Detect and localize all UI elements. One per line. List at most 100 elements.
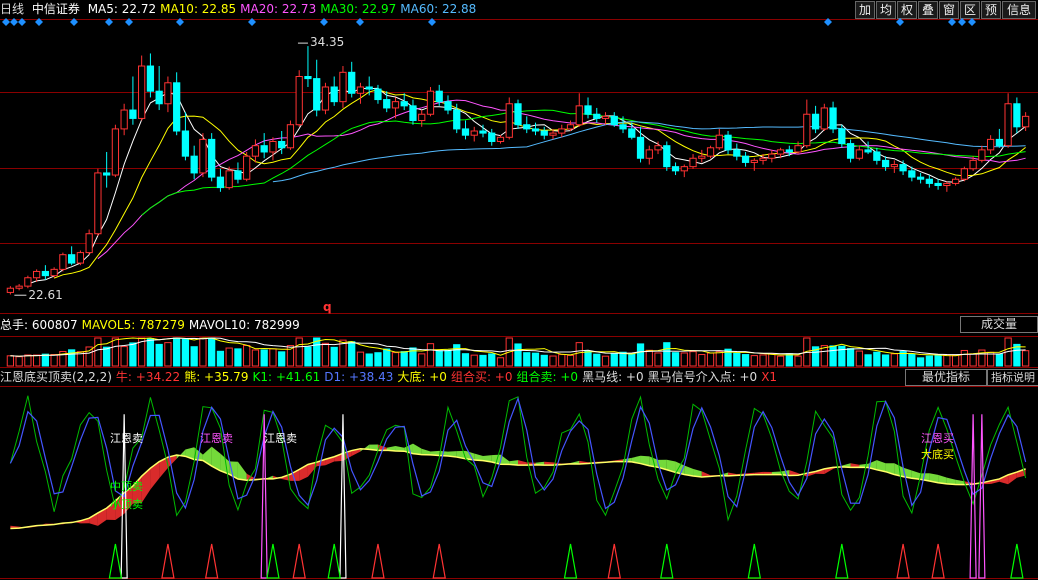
candle <box>593 113 601 119</box>
candle <box>654 145 662 151</box>
volume-bar <box>94 337 102 367</box>
signal-spike-3 <box>969 414 977 579</box>
candle <box>85 233 93 254</box>
volume-bar <box>715 351 723 367</box>
candle <box>995 138 1003 147</box>
volume-bar <box>243 344 251 367</box>
indicator-help-button[interactable]: 指标说明 <box>987 369 1038 386</box>
candle <box>1004 103 1012 147</box>
candle <box>558 128 566 134</box>
q-marker: q <box>323 300 332 314</box>
candle <box>724 134 732 151</box>
candle <box>811 113 820 130</box>
candle <box>15 285 23 289</box>
gann-sell-label-2: 江恩卖 <box>200 432 233 445</box>
volume-bar <box>444 349 452 367</box>
candle <box>41 270 50 277</box>
signal-triangle-7 <box>432 543 446 579</box>
volume-bar <box>120 346 128 367</box>
candle <box>225 170 233 189</box>
volume-bar <box>470 354 478 367</box>
candle <box>76 252 85 264</box>
candle <box>94 172 102 235</box>
candle <box>715 134 723 149</box>
candle <box>610 115 618 126</box>
volume-bar <box>164 342 172 367</box>
volume-bar <box>365 353 373 367</box>
candle <box>846 143 855 159</box>
candle <box>628 128 636 138</box>
volume-bar <box>50 354 58 367</box>
volume-bar <box>785 353 793 367</box>
volume-bar <box>278 351 286 367</box>
volume-bar <box>330 346 338 367</box>
candle <box>181 130 190 157</box>
signal-spike-4 <box>978 414 986 579</box>
candle <box>575 105 583 126</box>
indicator-field-0: 牛: +34.22 <box>115 370 181 384</box>
indicator-legend-bar: 江恩底买顶卖(2,2,2) 牛: +34.22 熊: +35.79 K1: +41.6… <box>0 368 905 386</box>
indicator-field-1: 熊: +35.79 <box>184 370 249 384</box>
volume-bar <box>146 337 155 367</box>
volume-bar <box>400 351 408 367</box>
grid-line-3 <box>0 243 1038 244</box>
volume-bar <box>68 349 76 367</box>
signal-triangle-9 <box>607 543 621 579</box>
candle <box>934 182 942 187</box>
signal-triangle-14 <box>931 543 945 579</box>
volume-bar <box>610 353 618 367</box>
candle <box>391 101 400 109</box>
volume-button[interactable]: 成交量 <box>960 316 1038 333</box>
signal-triangle-15 <box>1010 543 1024 579</box>
volume-bar <box>41 353 50 367</box>
high-price-label: 34.35 <box>310 35 344 49</box>
volume-bar <box>1021 350 1030 367</box>
volume-legend-item-0: 总手: 600807 <box>0 318 78 332</box>
volume-bar <box>663 342 671 367</box>
best-indicator-button[interactable]: 最优指标 <box>905 369 987 386</box>
candle <box>199 138 207 174</box>
grid-line-4 <box>0 313 1038 314</box>
volume-bar <box>15 356 23 367</box>
volume-bar <box>934 354 942 367</box>
candle <box>768 153 776 159</box>
volume-bar <box>295 337 303 367</box>
grid-line-5 <box>0 336 1038 337</box>
volume-bar <box>951 354 960 367</box>
candle <box>680 166 688 172</box>
candle <box>269 140 277 153</box>
volume-bar <box>348 341 356 367</box>
volume-bar <box>768 352 776 367</box>
candle <box>820 107 828 130</box>
grid-line-2 <box>0 168 1038 169</box>
candle <box>321 86 330 111</box>
gann-buy-label: 江恩买 <box>921 432 954 445</box>
volume-bar <box>628 353 636 367</box>
indicator-field-8: 黑马信号介入点: +0 <box>647 370 758 384</box>
signal-triangle-2 <box>204 543 219 579</box>
volume-bar <box>173 337 181 367</box>
indicator-field-4: 大底: +0 <box>397 370 447 384</box>
candle <box>146 65 155 92</box>
candle <box>59 254 67 270</box>
volume-bar <box>916 357 925 367</box>
candle <box>636 136 645 159</box>
volume-bar <box>829 345 837 367</box>
volume-legend-item-1: MAVOL5: 787279 <box>81 318 185 332</box>
volume-bar <box>540 354 548 367</box>
indicator-field-3: D1: +38.43 <box>324 370 394 384</box>
signal-triangle-5 <box>327 543 341 579</box>
volume-bar <box>461 353 470 367</box>
volume-bar <box>418 353 426 367</box>
volume-bar <box>995 353 1003 367</box>
volume-bar <box>155 343 163 367</box>
price-chart: 34.35 22.61 <box>0 18 1038 579</box>
volume-bar <box>129 342 137 367</box>
candle <box>479 130 487 134</box>
candle <box>208 138 216 178</box>
volume-bar <box>514 343 522 367</box>
candle <box>129 109 137 119</box>
ribbon-segment <box>237 461 247 481</box>
candle <box>881 159 890 168</box>
ribbon-segment <box>150 461 160 490</box>
